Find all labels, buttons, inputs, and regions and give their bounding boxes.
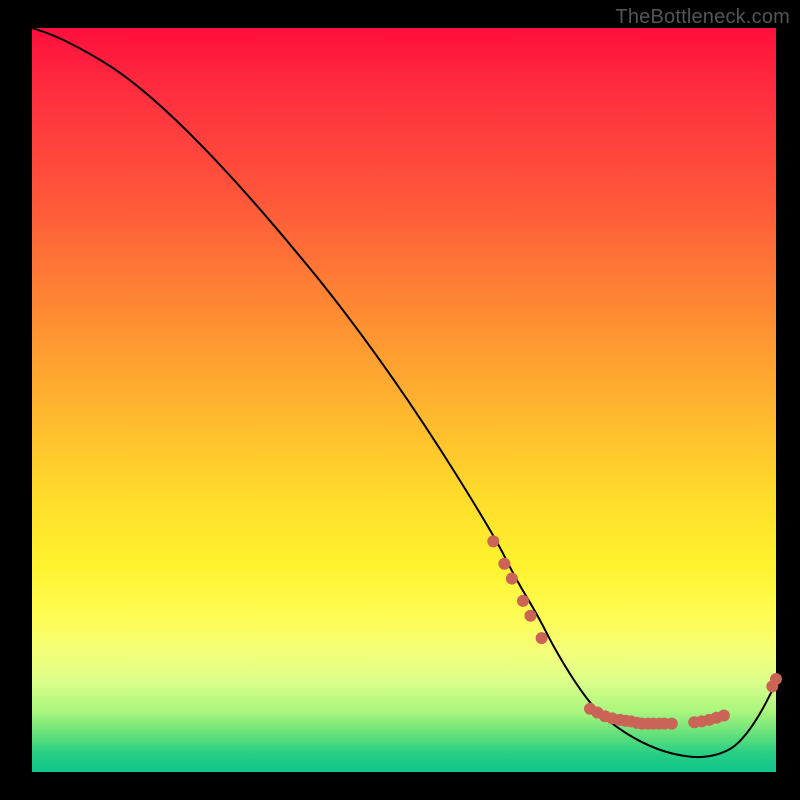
data-point — [536, 632, 548, 644]
data-point — [517, 595, 529, 607]
curve-svg — [32, 28, 776, 772]
data-point — [525, 610, 537, 622]
watermark-text: TheBottleneck.com — [615, 6, 790, 29]
data-point — [666, 718, 678, 730]
data-point — [718, 710, 730, 722]
data-point — [498, 558, 510, 570]
data-point — [506, 573, 518, 585]
chart-canvas: TheBottleneck.com — [0, 0, 800, 800]
plot-area — [32, 28, 776, 772]
data-points — [487, 535, 782, 729]
bottleneck-curve — [32, 28, 776, 757]
data-point — [487, 535, 499, 547]
data-point — [770, 673, 782, 685]
